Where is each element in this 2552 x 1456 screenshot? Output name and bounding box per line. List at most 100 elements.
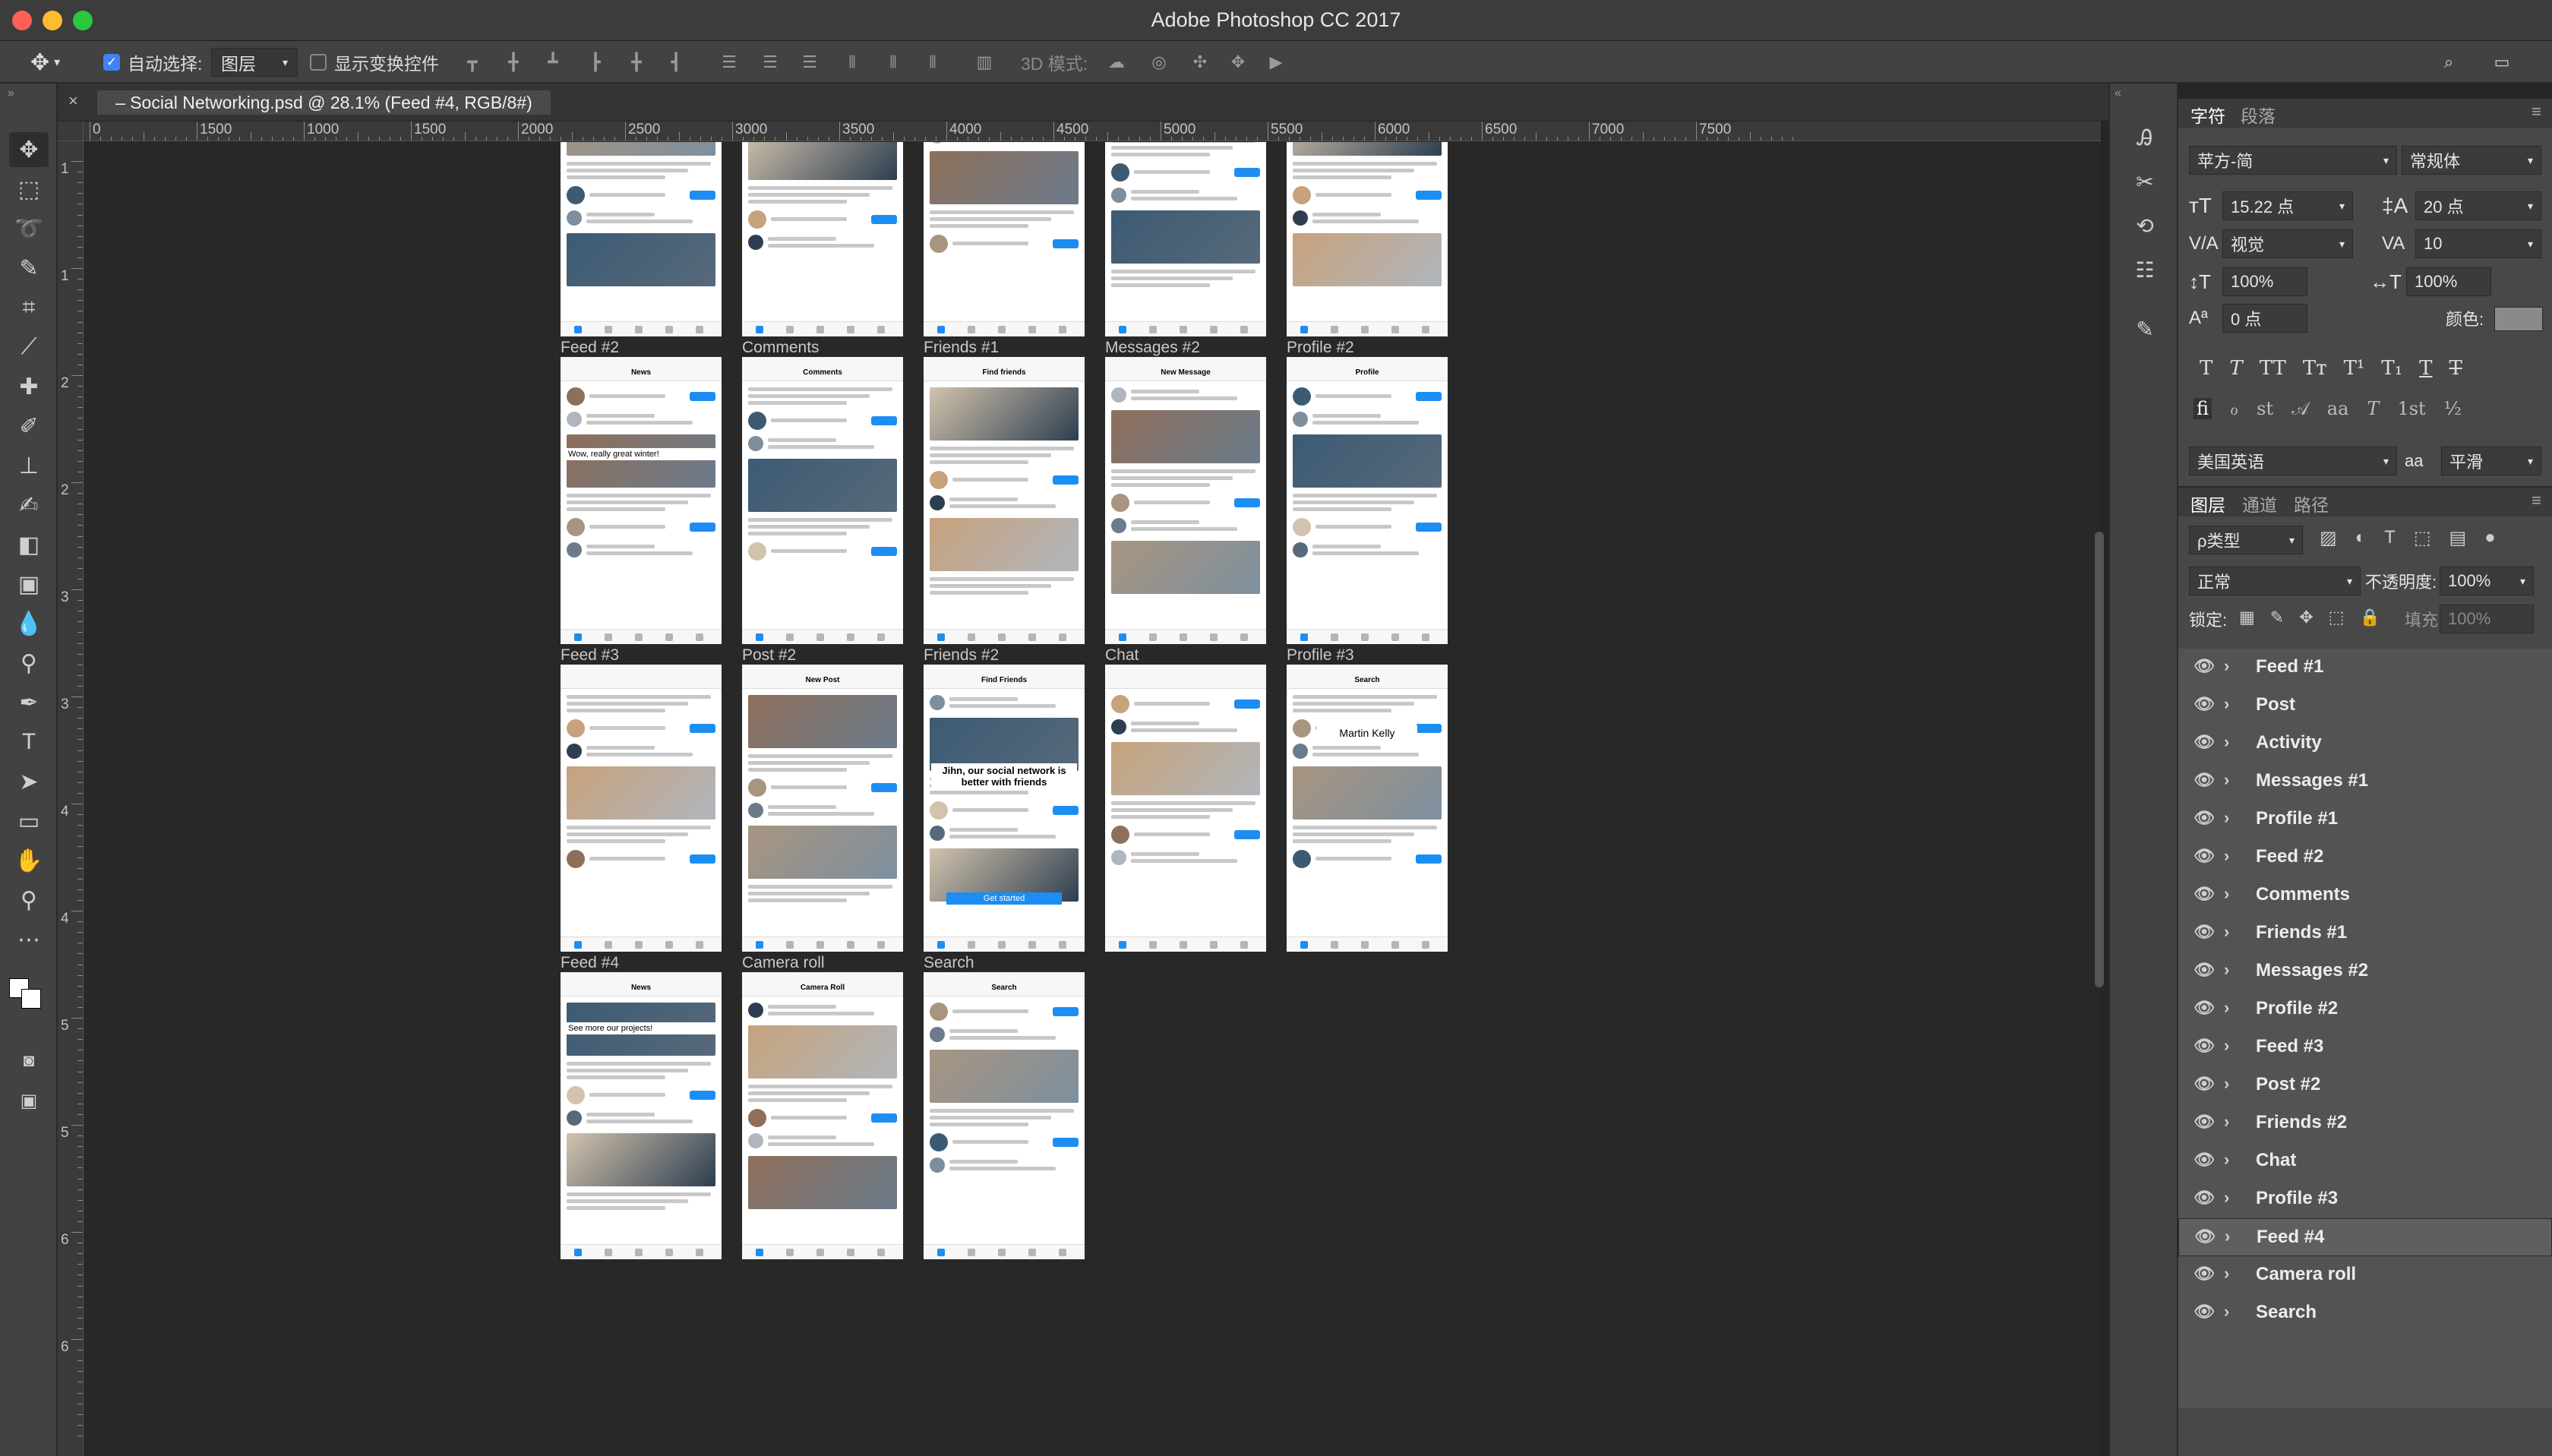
tab-layers[interactable]: 图层	[2190, 491, 2225, 516]
path-select-tool-icon[interactable]: ➤	[9, 764, 49, 799]
chevron-right-icon[interactable]: ›	[2224, 1036, 2229, 1056]
filter-toggle-icon[interactable]: ●	[2484, 527, 2496, 549]
artboard[interactable]: Camera Roll	[742, 972, 903, 1259]
underline-icon[interactable]: T	[2419, 357, 2432, 380]
layer-row[interactable]: 👁 › Profile #2	[2178, 990, 2552, 1028]
chevron-right-icon[interactable]: ›	[2224, 808, 2229, 828]
eye-icon[interactable]: 👁	[2194, 808, 2215, 828]
layer-row[interactable]: 👁 › Feed #4	[2178, 1218, 2552, 1256]
layer-filter-select[interactable]: ρ类型 ▾	[2189, 526, 2303, 554]
search-icon[interactable]: ⌕	[2438, 52, 2459, 73]
layer-row[interactable]: 👁 › Feed #3	[2178, 1028, 2552, 1066]
eraser-tool-icon[interactable]: ◧	[9, 527, 49, 562]
artboard-label[interactable]: Feed #3	[561, 646, 619, 665]
artboard[interactable]: Find Friends	[924, 665, 1085, 952]
artboard-label[interactable]: Profile #2	[1287, 339, 1354, 357]
eye-icon[interactable]: 👁	[2194, 694, 2215, 714]
3d-drag-icon[interactable]: ✣	[1189, 52, 1211, 73]
horizontal-scale-field[interactable]: 100%	[2406, 267, 2491, 296]
auto-align-icon[interactable]: ▥	[974, 52, 995, 73]
artboard[interactable]: Find friends	[924, 357, 1085, 644]
artboard[interactable]: News	[561, 357, 722, 644]
artboard-label[interactable]: Feed #4	[561, 954, 619, 972]
layer-row[interactable]: 👁 › Friends #2	[2178, 1104, 2552, 1142]
panel-menu-icon[interactable]: ≡	[2531, 491, 2541, 510]
chevron-right-icon[interactable]: ›	[2225, 1227, 2230, 1246]
blend-mode-select[interactable]: 正常 ▾	[2189, 567, 2361, 595]
chevron-right-icon[interactable]: ›	[2224, 922, 2229, 942]
eye-icon[interactable]: 👁	[2194, 1150, 2215, 1170]
chevron-right-icon[interactable]: ›	[2224, 1188, 2229, 1208]
strikethrough-icon[interactable]: T	[2449, 357, 2462, 380]
artboard-label[interactable]: Feed #2	[561, 339, 619, 357]
artboard[interactable]: Comments	[742, 357, 903, 644]
healing-brush-tool-icon[interactable]: ✚	[9, 369, 49, 404]
tab-character[interactable]: 字符	[2190, 102, 2225, 128]
antialias-select[interactable]: 平滑 ▾	[2441, 447, 2541, 475]
layer-row[interactable]: 👁 › Messages #1	[2178, 763, 2552, 801]
baseline-shift-field[interactable]: 0 点	[2222, 304, 2307, 333]
eye-icon[interactable]: 👁	[2194, 884, 2215, 904]
brush-panel-icon[interactable]: ✎	[2130, 314, 2160, 345]
text-color-swatch[interactable]	[2494, 307, 2543, 331]
eye-icon[interactable]: 👁	[2194, 732, 2215, 752]
chevron-right-icon[interactable]: ›	[2224, 846, 2229, 866]
font-size-field[interactable]: 15.22 点 ▾	[2222, 191, 2353, 220]
quick-mask-icon[interactable]: ◙	[9, 1044, 49, 1079]
eye-icon[interactable]: 👁	[2194, 1112, 2215, 1132]
ligature-icon[interactable]: fi	[2194, 398, 2212, 419]
eye-icon[interactable]: 👁	[2194, 1074, 2215, 1094]
artboard[interactable]	[1105, 665, 1266, 952]
artboard-label[interactable]: Comments	[742, 339, 820, 357]
tab-paths[interactable]: 路径	[2294, 491, 2329, 516]
language-select[interactable]: 美国英语 ▾	[2189, 447, 2397, 475]
filter-shape-icon[interactable]: ⬚	[2414, 527, 2431, 549]
leading-field[interactable]: 20 点 ▾	[2415, 191, 2541, 220]
eye-icon[interactable]: 👁	[2194, 922, 2215, 942]
3d-rotate-icon[interactable]: ☁	[1106, 52, 1127, 73]
swash-icon[interactable]: st	[2257, 398, 2273, 419]
chevron-right-icon[interactable]: ›	[2224, 732, 2229, 752]
3d-scale-icon[interactable]: ▶	[1265, 52, 1287, 73]
chevron-right-icon[interactable]: ›	[2224, 770, 2229, 790]
fractions-icon[interactable]: ½	[2444, 398, 2462, 419]
eye-icon[interactable]: 👁	[2194, 1036, 2215, 1056]
lock-pixels-icon[interactable]: ✎	[2270, 608, 2284, 627]
vertical-scrollbar[interactable]	[2095, 532, 2104, 987]
quick-select-tool-icon[interactable]: ✎	[9, 251, 49, 286]
layer-row[interactable]: 👁 › Messages #2	[2178, 952, 2552, 990]
eye-icon[interactable]: 👁	[2194, 846, 2215, 866]
3d-roll-icon[interactable]: ◎	[1148, 52, 1170, 73]
blur-tool-icon[interactable]: 💧	[9, 606, 49, 641]
chevron-right-icon[interactable]: ›	[2224, 884, 2229, 904]
artboard[interactable]: Search	[1287, 665, 1448, 952]
distribute-bottom-icon[interactable]: ☰	[799, 52, 820, 73]
canvas[interactable]: Feed #1NewsPostPostActivitySearchMessage…	[84, 142, 2101, 1456]
artboard[interactable]	[561, 665, 722, 952]
vertical-scale-field[interactable]: 100%	[2222, 267, 2307, 296]
auto-select-dropdown[interactable]: 图层 ▾	[211, 41, 298, 84]
chevron-right-icon[interactable]: ›	[2224, 1302, 2229, 1322]
artboard[interactable]: Search	[924, 972, 1085, 1259]
artboard-label[interactable]: Post #2	[742, 646, 796, 665]
3d-slide-icon[interactable]: ✥	[1227, 52, 1249, 73]
artboard[interactable]: Profile	[1287, 357, 1448, 644]
artboard[interactable]: New Message	[1105, 357, 1266, 644]
artboard-label[interactable]: Friends #1	[924, 339, 999, 357]
fill-field[interactable]: 100%	[2440, 605, 2534, 633]
artboard-label[interactable]: Profile #3	[1287, 646, 1354, 665]
layer-row[interactable]: 👁 › Search	[2178, 1294, 2552, 1332]
layer-row[interactable]: 👁 › Feed #2	[2178, 839, 2552, 876]
opacity-field[interactable]: 100% ▾	[2440, 567, 2534, 595]
eyedropper-tool-icon[interactable]: ⟋	[9, 330, 49, 365]
align-vcenter-icon[interactable]: ╋	[503, 52, 524, 73]
lasso-tool-icon[interactable]: ➰	[9, 211, 49, 246]
show-transform-checkbox[interactable]: 显示变换控件	[310, 41, 439, 84]
artboard-label[interactable]: Search	[924, 954, 974, 972]
distribute-top-icon[interactable]: ☰	[719, 52, 740, 73]
more-tools-icon[interactable]: ⋯	[9, 922, 49, 957]
layer-row[interactable]: 👁 › Activity	[2178, 725, 2552, 763]
artboard-label[interactable]: Camera roll	[742, 954, 825, 972]
faux-bold-icon[interactable]: T	[2200, 357, 2212, 380]
align-bottom-icon[interactable]: ┻	[542, 52, 564, 73]
